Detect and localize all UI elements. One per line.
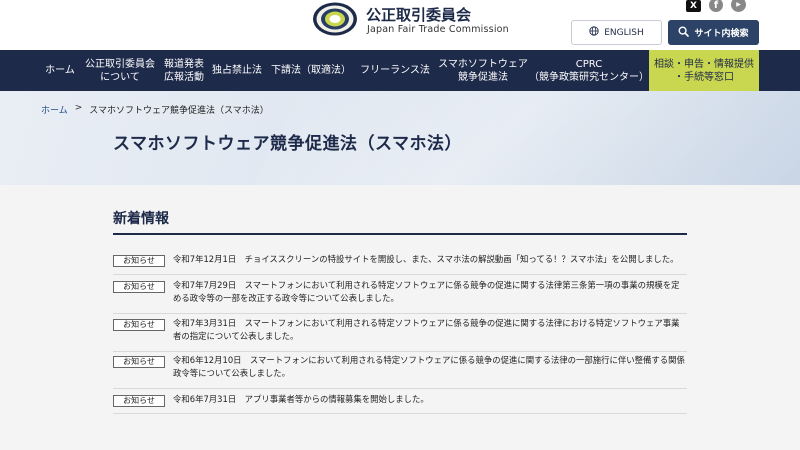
breadcrumb-home-link[interactable]: ホーム [41, 103, 68, 116]
nav-item-label: CPRC [575, 58, 603, 70]
nav-item-smartphone-act[interactable]: スマホソフトウェア 競争促進法 [436, 50, 530, 91]
nav-item-label: 相談・申告・情報提供 [654, 58, 754, 70]
news-link[interactable]: 令和6年12月10日 スマートフォンにおいて利用される特定ソフトウェアに係る競争… [173, 354, 687, 380]
news-list-item: お知らせ 令和6年7月31日 アプリ事業者等からの情報募集を開始しました。 [113, 393, 687, 414]
news-list-item: お知らせ 令和6年12月10日 スマートフォンにおいて利用される特定ソフトウェア… [113, 354, 687, 389]
globe-icon [589, 26, 599, 39]
org-name[interactable]: 公正取引委員会 [366, 4, 471, 25]
news-badge: お知らせ [113, 356, 165, 368]
site-header: 公正取引委員会 Japan Fair Trade Commission X f … [0, 0, 800, 50]
breadcrumb-separator: > [74, 103, 83, 113]
nav-item-press[interactable]: 報道発表 広報活動 [160, 50, 208, 91]
nav-item-label: 下請法（取適法） [271, 65, 351, 76]
youtube-social-icon[interactable]: ▶ [731, 0, 746, 12]
nav-item-label: について [100, 71, 140, 83]
news-badge: お知らせ [113, 319, 165, 331]
nav-item-label: 公正取引委員会 [85, 58, 155, 70]
news-badge: お知らせ [113, 395, 165, 407]
english-button[interactable]: ENGLISH [571, 20, 662, 45]
nav-item-label: （競争政策研究センター） [529, 71, 649, 83]
nav-item-label: 競争促進法 [458, 71, 508, 83]
x-social-icon[interactable]: X [686, 0, 701, 12]
nav-item-cprc[interactable]: CPRC （競争政策研究センター） [529, 50, 649, 91]
search-icon [678, 25, 690, 40]
site-search-button[interactable]: サイト内検索 [668, 20, 759, 45]
news-section-title: 新着情報 [113, 211, 169, 227]
main-content: 新着情報 お知らせ 令和7年12月1日 チョイススクリーンの特設サイトを開設し、… [0, 185, 800, 450]
nav-item-label: 独占禁止法 [212, 65, 262, 76]
english-button-label: ENGLISH [604, 27, 644, 38]
site-search-label: サイト内検索 [694, 29, 749, 39]
nav-item-consultation[interactable]: 相談・申告・情報提供 ・手続等窓口 [649, 50, 759, 91]
nav-item-home[interactable]: ホーム [40, 50, 80, 91]
page-title: スマホソフトウェア競争促進法（スマホ法） [113, 134, 462, 154]
page-hero: ホーム > スマホソフトウェア競争促進法（スマホ法） スマホソフトウェア競争促進… [0, 91, 800, 185]
nav-item-antimonopoly[interactable]: 独占禁止法 [210, 50, 264, 91]
breadcrumb-current: スマホソフトウェア競争促進法（スマホ法） [89, 106, 269, 116]
nav-item-label: ・手続等窓口 [674, 71, 734, 83]
news-link[interactable]: 令和7年7月29日 スマートフォンにおいて利用される特定ソフトウェアに係る競争の… [173, 279, 687, 305]
news-list-item: お知らせ 令和7年3月31日 スマートフォンにおいて利用される特定ソフトウェアに… [113, 317, 687, 352]
breadcrumb: ホーム > スマホソフトウェア競争促進法（スマホ法） [41, 103, 269, 116]
facebook-social-icon[interactable]: f [709, 0, 723, 12]
news-badge: お知らせ [113, 255, 165, 267]
jftc-logo-icon[interactable] [312, 1, 358, 37]
news-list-item: お知らせ 令和7年7月29日 スマートフォンにおいて利用される特定ソフトウェアに… [113, 279, 687, 314]
news-link[interactable]: 令和7年3月31日 スマートフォンにおいて利用される特定ソフトウェアに係る競争の… [173, 317, 687, 343]
nav-item-label: 報道発表 [164, 58, 204, 70]
org-name-en[interactable]: Japan Fair Trade Commission [367, 24, 509, 35]
nav-item-label: スマホソフトウェア [438, 58, 528, 70]
nav-item-freelance[interactable]: フリーランス法 [358, 50, 432, 91]
news-link[interactable]: 令和6年7月31日 アプリ事業者等からの情報募集を開始しました。 [173, 393, 687, 406]
nav-item-label: フリーランス法 [360, 65, 430, 76]
news-badge: お知らせ [113, 281, 165, 293]
nav-item-about[interactable]: 公正取引委員会 について [82, 50, 158, 91]
news-link[interactable]: 令和7年12月1日 チョイススクリーンの特設サイトを開設し、また、スマホ法の解説… [173, 253, 687, 266]
news-list-item: お知らせ 令和7年12月1日 チョイススクリーンの特設サイトを開設し、また、スマ… [113, 253, 687, 275]
section-divider [113, 233, 687, 235]
nav-item-label: 広報活動 [164, 71, 204, 83]
nav-item-subcontract[interactable]: 下請法（取適法） [268, 50, 354, 91]
nav-item-label: ホーム [45, 65, 75, 76]
